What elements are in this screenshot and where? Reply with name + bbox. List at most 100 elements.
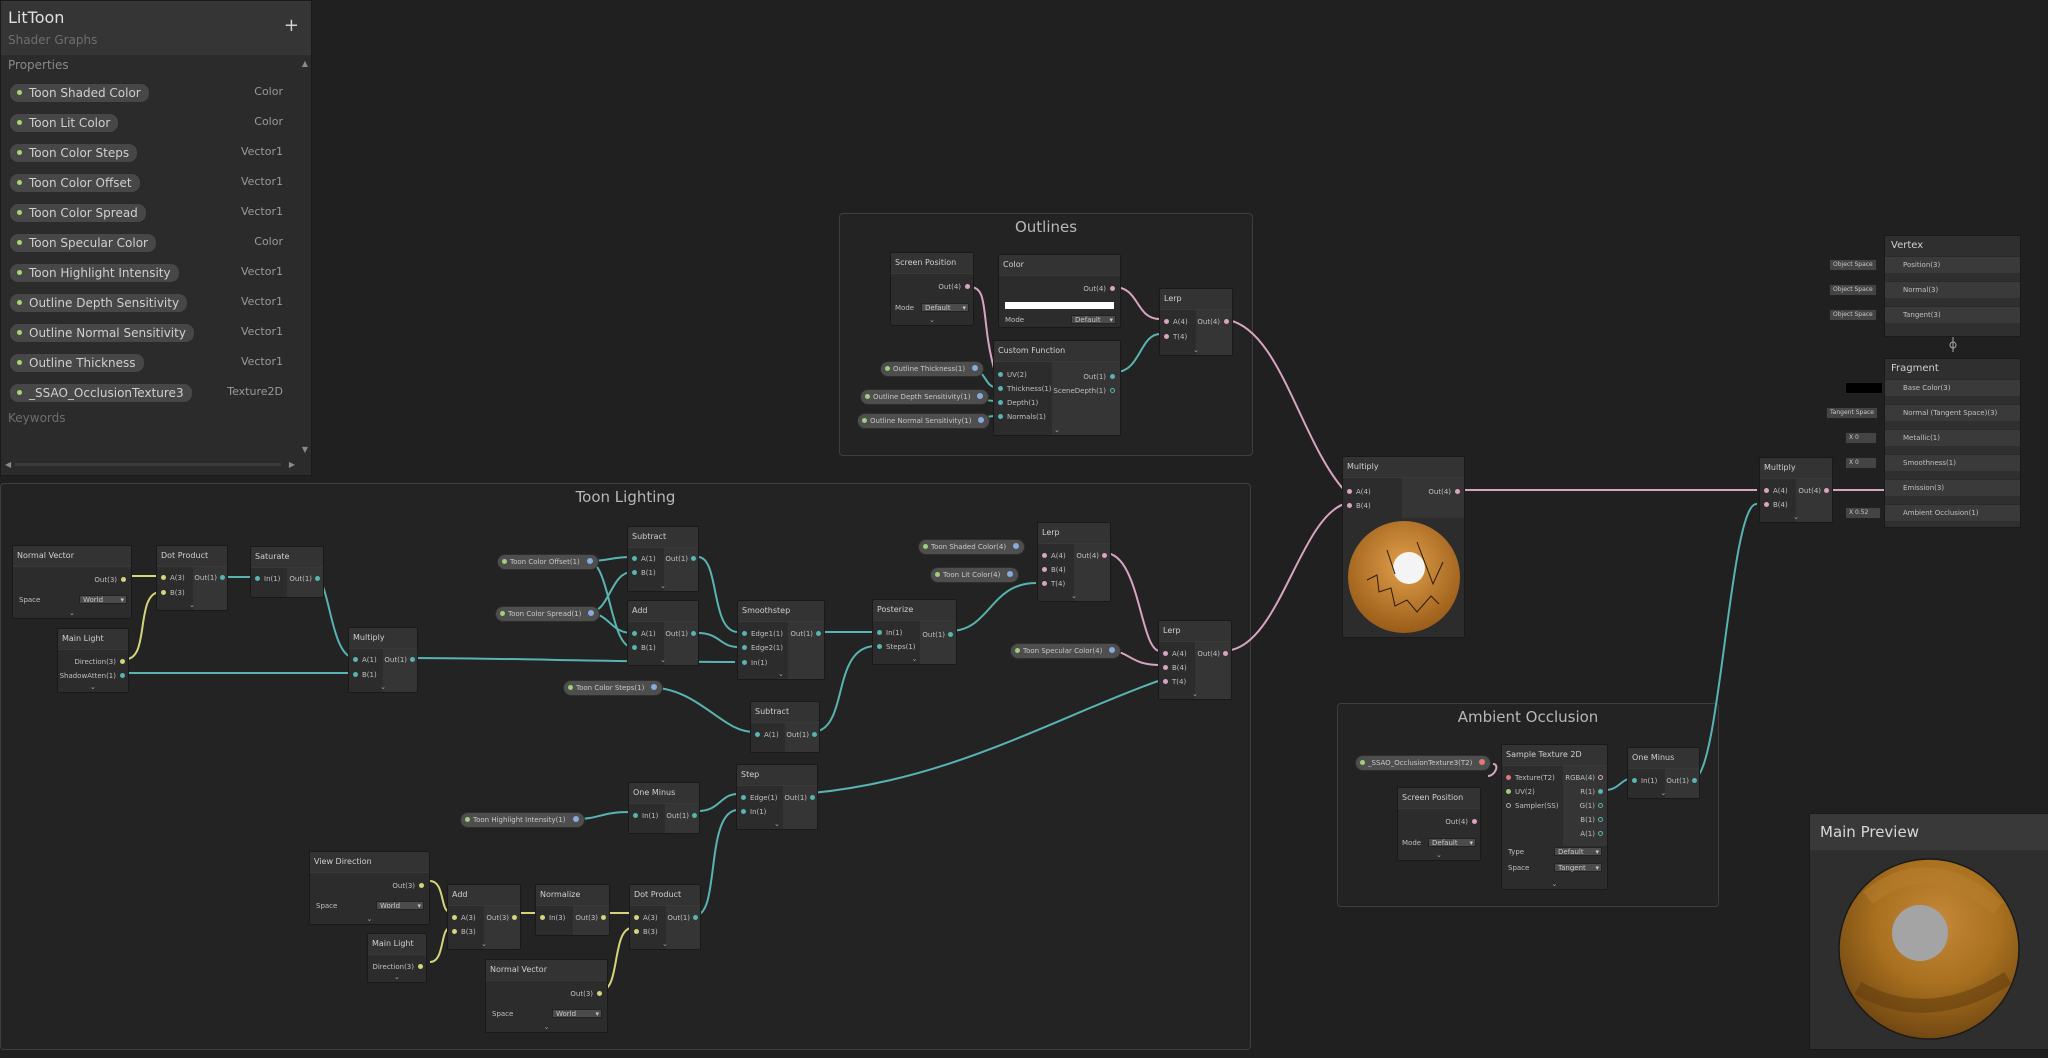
pill-ssao[interactable]: _SSAO_OcclusionTexture3(T2) xyxy=(1355,755,1492,771)
fragment-normal-space[interactable]: Tangent Space xyxy=(1826,407,1878,419)
property-pill[interactable]: Toon Lit Color xyxy=(9,113,120,133)
node-smoothstep[interactable]: Smoothstep Edge1(1) Edge2(1) In(1) Out(1… xyxy=(737,600,825,680)
metallic-field[interactable]: X 0 xyxy=(1845,432,1877,444)
port-dot[interactable] xyxy=(810,795,815,800)
node-add-view[interactable]: Add A(3) B(3) Out(3) ⌄ xyxy=(447,884,521,950)
port-dot[interactable] xyxy=(1598,789,1603,794)
port-dot[interactable] xyxy=(601,915,606,920)
node-custom-function[interactable]: Custom Function UV(2) Thickness(1) Depth… xyxy=(993,340,1121,436)
master-fragment[interactable]: Fragment Base Color(3) Normal (Tangent S… xyxy=(1884,358,2021,528)
space-dropdown[interactable]: World xyxy=(79,595,127,605)
node-subtract-low[interactable]: Subtract A(1) Out(1) xyxy=(750,701,820,753)
properties-header[interactable]: Properties xyxy=(8,58,69,72)
property-row[interactable]: Toon Color Steps Vector1 xyxy=(9,141,283,163)
port-dot[interactable] xyxy=(691,631,696,636)
vertex-normal-space[interactable]: Object Space xyxy=(1829,284,1877,296)
property-row[interactable]: Outline Normal Sensitivity Vector1 xyxy=(9,321,283,343)
collapse-chevron-icon[interactable]: ⌄ xyxy=(1071,592,1077,600)
property-row[interactable]: _SSAO_OcclusionTexture3 Texture2D xyxy=(9,381,283,403)
node-step[interactable]: Step Edge(1) In(1) Out(1) ⌄ xyxy=(736,764,818,830)
port-dot[interactable] xyxy=(161,575,166,580)
port-dot[interactable] xyxy=(741,795,746,800)
pill-outline-normal[interactable]: Outline Normal Sensitivity(1) xyxy=(857,413,991,429)
collapse-chevron-icon[interactable]: ⌄ xyxy=(394,973,400,981)
property-pill[interactable]: _SSAO_OcclusionTexture3 xyxy=(9,383,193,403)
collapse-chevron-icon[interactable]: ⌄ xyxy=(189,601,195,609)
property-pill[interactable]: Toon Highlight Intensity xyxy=(9,263,180,283)
pill-toon-highlight[interactable]: Toon Highlight Intensity(1) xyxy=(460,812,585,828)
collapse-chevron-icon[interactable]: ⌄ xyxy=(1193,346,1199,354)
fragment-input-emission[interactable]: Emission(3) xyxy=(1885,479,2020,496)
pill-toon-color-steps[interactable]: Toon Color Steps(1) xyxy=(563,680,664,696)
collapse-chevron-icon[interactable]: ⌄ xyxy=(481,940,487,948)
port-dot[interactable] xyxy=(121,577,126,582)
collapse-chevron-icon[interactable]: ⌄ xyxy=(1192,690,1198,698)
mode-dropdown[interactable]: Default xyxy=(1428,838,1476,848)
port-dot[interactable] xyxy=(1506,803,1511,808)
node-sample-texture[interactable]: Sample Texture 2D Texture(T2) UV(2) Samp… xyxy=(1501,744,1608,890)
node-normalize[interactable]: Normalize In(3) Out(3) xyxy=(535,884,610,936)
property-row[interactable]: Toon Shaded Color Color xyxy=(9,81,283,103)
port-dot[interactable] xyxy=(1347,489,1352,494)
port-dot[interactable] xyxy=(512,915,517,920)
collapse-chevron-icon[interactable]: ⌄ xyxy=(90,683,96,691)
port-dot[interactable] xyxy=(1042,553,1047,558)
fragment-input-smoothness[interactable]: Smoothness(1) xyxy=(1885,454,2020,471)
scroll-left-arrow-icon[interactable]: ◀ xyxy=(5,460,11,469)
pill-outline-depth[interactable]: Outline Depth Sensitivity(1) xyxy=(860,389,990,405)
port-dot[interactable] xyxy=(1163,665,1168,670)
node-lerp-outline[interactable]: Lerp A(4) T(4) Out(4) ⌄ xyxy=(1159,288,1233,356)
add-property-button[interactable]: + xyxy=(284,15,299,36)
vertex-input-tangent[interactable]: Tangent(3) xyxy=(1885,306,2020,323)
port-dot[interactable] xyxy=(812,732,817,737)
node-add-top[interactable]: Add A(1) B(1) Out(1) ⌄ xyxy=(627,600,699,666)
port-dot[interactable] xyxy=(741,809,746,814)
collapse-chevron-icon[interactable]: ⌄ xyxy=(912,655,918,663)
port-dot[interactable] xyxy=(1598,831,1603,836)
scroll-right-arrow-icon[interactable]: ▶ xyxy=(289,460,295,469)
port-dot[interactable] xyxy=(120,673,125,678)
property-pill[interactable]: Outline Depth Sensitivity xyxy=(9,293,189,313)
port-dot[interactable] xyxy=(1347,503,1352,508)
port-dot[interactable] xyxy=(692,813,697,818)
property-pill[interactable]: Toon Color Offset xyxy=(9,173,141,193)
property-pill[interactable]: Toon Shaded Color xyxy=(9,83,150,103)
port-dot[interactable] xyxy=(1110,286,1115,291)
mode-dropdown[interactable]: Default xyxy=(921,303,969,313)
port-dot[interactable] xyxy=(1472,819,1477,824)
collapse-chevron-icon[interactable]: ⌄ xyxy=(929,316,935,324)
space-dropdown[interactable]: World xyxy=(552,1009,602,1019)
color-swatch[interactable] xyxy=(1005,302,1114,309)
port-dot[interactable] xyxy=(1598,775,1603,780)
collapse-chevron-icon[interactable]: ⌄ xyxy=(662,940,668,948)
node-one-minus-ao[interactable]: One Minus In(1) Out(1) ⌄ xyxy=(1627,747,1700,799)
port-dot[interactable] xyxy=(998,386,1003,391)
collapse-chevron-icon[interactable]: ⌄ xyxy=(774,820,780,828)
port-dot[interactable] xyxy=(1824,488,1829,493)
node-posterize[interactable]: Posterize In(1) Steps(1) Out(1) ⌄ xyxy=(872,599,957,665)
port-dot[interactable] xyxy=(742,631,747,636)
ambient-occlusion-field[interactable]: X 0.52 xyxy=(1845,507,1881,519)
port-dot[interactable] xyxy=(632,556,637,561)
property-pill[interactable]: Toon Color Steps xyxy=(9,143,139,163)
property-row[interactable]: Toon Highlight Intensity Vector1 xyxy=(9,261,283,283)
node-saturate[interactable]: Saturate In(1) Out(1) xyxy=(250,546,324,598)
port-dot[interactable] xyxy=(1692,778,1697,783)
collapse-chevron-icon[interactable]: ⌄ xyxy=(69,609,75,617)
collapse-chevron-icon[interactable]: ⌄ xyxy=(1793,513,1799,521)
node-color[interactable]: Color Out(4) Mode Default xyxy=(998,254,1121,328)
port-dot[interactable] xyxy=(419,883,424,888)
port-dot[interactable] xyxy=(816,631,821,636)
node-subtract-top[interactable]: Subtract A(1) B(1) Out(1) ⌄ xyxy=(627,526,699,592)
fragment-input-base-color[interactable]: Base Color(3) xyxy=(1885,379,2020,396)
base-color-swatch[interactable] xyxy=(1845,382,1883,394)
mode-dropdown[interactable]: Default xyxy=(1071,315,1116,325)
port-dot[interactable] xyxy=(1102,553,1107,558)
port-dot[interactable] xyxy=(998,414,1003,419)
port-dot[interactable] xyxy=(1764,502,1769,507)
collapse-chevron-icon[interactable]: ⌄ xyxy=(1436,851,1442,859)
port-dot[interactable] xyxy=(632,645,637,650)
keywords-header[interactable]: Keywords xyxy=(8,411,66,425)
node-lerp-spec[interactable]: Lerp A(4) B(4) T(4) Out(4) ⌄ xyxy=(1158,620,1232,700)
port-dot[interactable] xyxy=(315,576,320,581)
